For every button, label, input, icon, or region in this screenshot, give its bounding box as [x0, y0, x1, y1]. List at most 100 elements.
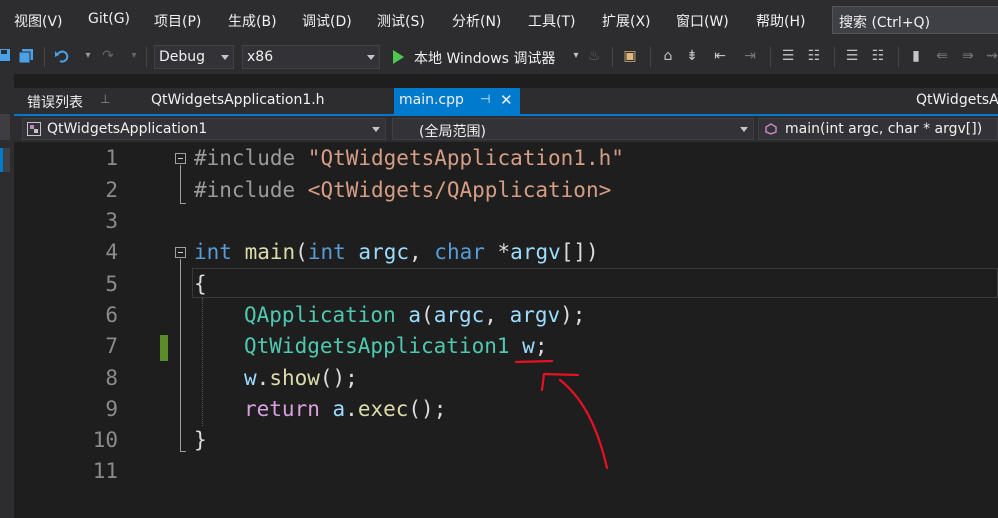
menu-test[interactable]: 测试(S)	[377, 11, 425, 31]
code-line-7: QtWidgetsApplication1 w;	[244, 334, 548, 358]
keyword: return	[244, 397, 320, 421]
search-label: 搜索 (Ctrl+Q)	[839, 15, 931, 31]
menu-extensions[interactable]: 扩展(X)	[602, 11, 651, 31]
prev-bookmark-icon[interactable]: ⇚	[934, 48, 950, 64]
variable: a	[408, 303, 422, 327]
keyword: int	[194, 240, 232, 264]
line-number: 10	[92, 428, 118, 452]
undo-dropdown-icon[interactable]: ▾	[80, 48, 96, 64]
collapse-icon[interactable]	[175, 247, 186, 258]
outline-line	[180, 165, 181, 204]
redo-dropdown-icon[interactable]: ▾	[126, 48, 142, 64]
save-icon[interactable]	[0, 48, 12, 64]
clear-bookmarks-icon[interactable]: ⇝	[984, 48, 998, 64]
scope-dropdown[interactable]: (全局范围)	[392, 118, 754, 140]
brace: {	[194, 272, 207, 296]
next-bookmark-icon[interactable]: ⇛	[960, 48, 976, 64]
pin-icon[interactable]: ⊥	[100, 92, 110, 106]
outline-end	[180, 203, 186, 204]
tab-header-file[interactable]: QtWidgetsApplication1.h	[138, 88, 378, 114]
toolbar-separator	[44, 47, 45, 67]
pin-icon[interactable]: ⊣	[480, 92, 490, 106]
tab-right-overflow[interactable]: QtWidgetsA	[894, 88, 998, 114]
code-line-4: int main(int argc, char *argv[])	[194, 240, 599, 264]
indent-icon[interactable]: ☰	[844, 48, 860, 64]
line-number: 9	[105, 397, 118, 421]
toolbar-separator	[650, 47, 651, 67]
project-icon	[27, 122, 41, 136]
preprocessor-directive: #include	[194, 178, 308, 202]
scope-name: (全局范围)	[419, 124, 486, 140]
line-number: 4	[105, 240, 118, 264]
run-dropdown-icon[interactable]: ▾	[568, 48, 584, 64]
chevron-down-icon	[367, 55, 375, 60]
variable: a	[332, 397, 346, 421]
close-icon[interactable]: ✕	[500, 91, 513, 109]
uncomment-icon[interactable]: ☷	[806, 48, 822, 64]
menu-window[interactable]: 窗口(W)	[676, 11, 729, 31]
play-icon	[393, 50, 404, 64]
brace: }	[194, 428, 207, 452]
editor-gutter	[14, 142, 54, 518]
collapse-icon[interactable]	[175, 153, 186, 164]
bookmark-step-icon[interactable]: ⇤	[712, 48, 728, 64]
chevron-down-icon	[372, 127, 380, 132]
function-icon	[765, 123, 777, 135]
member-dropdown[interactable]: main(int argc, char * argv[])	[758, 118, 998, 140]
menu-debug[interactable]: 调试(D)	[302, 11, 352, 31]
menu-help[interactable]: 帮助(H)	[756, 11, 805, 31]
member-name: main(int argc, char * argv[])	[785, 121, 983, 137]
rail-tab-active[interactable]	[0, 148, 10, 172]
menu-analyze[interactable]: 分析(N)	[452, 11, 501, 31]
folder-search-icon[interactable]: ▣	[622, 48, 638, 64]
left-tool-rail	[0, 74, 14, 518]
menu-tools[interactable]: 工具(T)	[528, 11, 575, 31]
save-all-icon[interactable]	[18, 48, 34, 64]
run-label: 本地 Windows 调试器	[414, 51, 556, 67]
tab-main-cpp[interactable]: main.cpp ⊣ ✕	[394, 88, 520, 114]
current-line-highlight	[192, 268, 998, 298]
code-line-9: return a.exec();	[244, 397, 447, 421]
tab-error-list[interactable]: 错误列表 ⊥	[14, 88, 134, 114]
redo-icon[interactable]: ↷	[100, 48, 116, 64]
rail-tab[interactable]	[0, 114, 10, 140]
keyword: int	[307, 240, 346, 264]
document-tab-strip: 错误列表 ⊥ QtWidgetsApplication1.h main.cpp …	[14, 88, 998, 114]
function-name: main	[244, 240, 296, 264]
preprocessor-directive: #include	[194, 146, 308, 170]
include-file: "QtWidgetsApplication1.h"	[307, 146, 624, 170]
type-name: QApplication	[244, 303, 396, 327]
configuration-select[interactable]: Debug	[154, 45, 234, 69]
method-name: show	[269, 366, 320, 390]
menu-build[interactable]: 生成(B)	[228, 11, 277, 31]
outdent-icon[interactable]: ☷	[870, 48, 886, 64]
code-editor[interactable]: 1 2 3 4 5 6 7 8 9 10 11 #include "QtWidg…	[14, 142, 998, 518]
code-line-8: w.show();	[244, 366, 358, 390]
parameter: argv	[510, 240, 561, 264]
toolbar-separator	[834, 47, 835, 67]
keyword: char	[434, 240, 485, 264]
tab-label: main.cpp	[399, 92, 464, 108]
parameter: argc	[433, 303, 485, 327]
hot-reload-icon[interactable]: ♨	[586, 48, 602, 64]
disabled-step-icon[interactable]: ⇥	[742, 48, 758, 64]
variable: w	[244, 366, 257, 390]
undo-icon[interactable]	[54, 48, 70, 64]
home-icon[interactable]: ⌂	[660, 48, 676, 64]
chevron-down-icon	[221, 55, 229, 60]
step-icon[interactable]: ⇟	[684, 48, 700, 64]
code-line-2: #include <QtWidgets/QApplication>	[194, 178, 611, 202]
include-file: <QtWidgets/QApplication>	[307, 178, 612, 202]
platform-select[interactable]: x86	[242, 45, 380, 69]
line-number: 2	[105, 178, 118, 202]
menu-view[interactable]: 视图(V)	[14, 11, 63, 31]
toolbar-separator	[770, 47, 771, 67]
search-box[interactable]: 搜索 (Ctrl+Q)	[832, 6, 998, 34]
menu-project[interactable]: 项目(P)	[154, 11, 201, 31]
bookmark-icon[interactable]: ▮	[908, 48, 924, 64]
configuration-value: Debug	[159, 49, 206, 65]
line-number: 5	[105, 272, 118, 296]
project-dropdown[interactable]: QtWidgetsApplication1	[22, 118, 386, 140]
comment-icon[interactable]: ☰	[780, 48, 796, 64]
menu-git[interactable]: Git(G)	[88, 11, 130, 27]
